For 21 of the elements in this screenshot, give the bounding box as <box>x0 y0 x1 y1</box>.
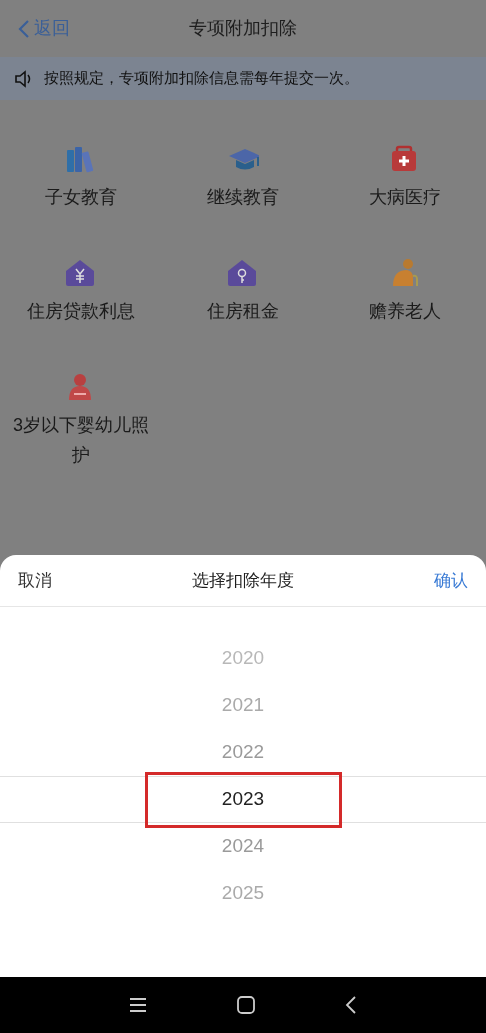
year-option[interactable]: 2023 <box>144 771 342 828</box>
home-icon[interactable] <box>237 996 255 1014</box>
category-item[interactable]: 大病医疗 <box>324 144 486 212</box>
category-item[interactable]: 住房租金 <box>162 258 324 326</box>
notice-text: 按照规定，专项附加扣除信息需每年提交一次。 <box>44 68 359 89</box>
category-item[interactable]: 3岁以下婴幼儿照护 <box>0 372 162 470</box>
year-option[interactable]: 2024 <box>213 832 273 861</box>
category-item[interactable]: 赡养老人 <box>324 258 486 326</box>
confirm-button[interactable]: 确认 <box>434 567 468 594</box>
category-item[interactable]: 子女教育 <box>0 144 162 212</box>
menu-icon[interactable] <box>129 997 147 1013</box>
category-item[interactable]: 继续教育 <box>162 144 324 212</box>
year-option[interactable]: 2022 <box>213 738 273 767</box>
year-option[interactable]: 2021 <box>213 691 273 720</box>
year-option[interactable]: 2025 <box>213 879 273 908</box>
back-icon[interactable] <box>345 996 357 1014</box>
back-icon <box>18 18 30 39</box>
cancel-button[interactable]: 取消 <box>18 567 52 594</box>
sheet-title: 选择扣除年度 <box>192 569 294 592</box>
page-title: 专项附加扣除 <box>189 17 297 40</box>
category-item[interactable]: 住房贷款利息 <box>0 258 162 326</box>
